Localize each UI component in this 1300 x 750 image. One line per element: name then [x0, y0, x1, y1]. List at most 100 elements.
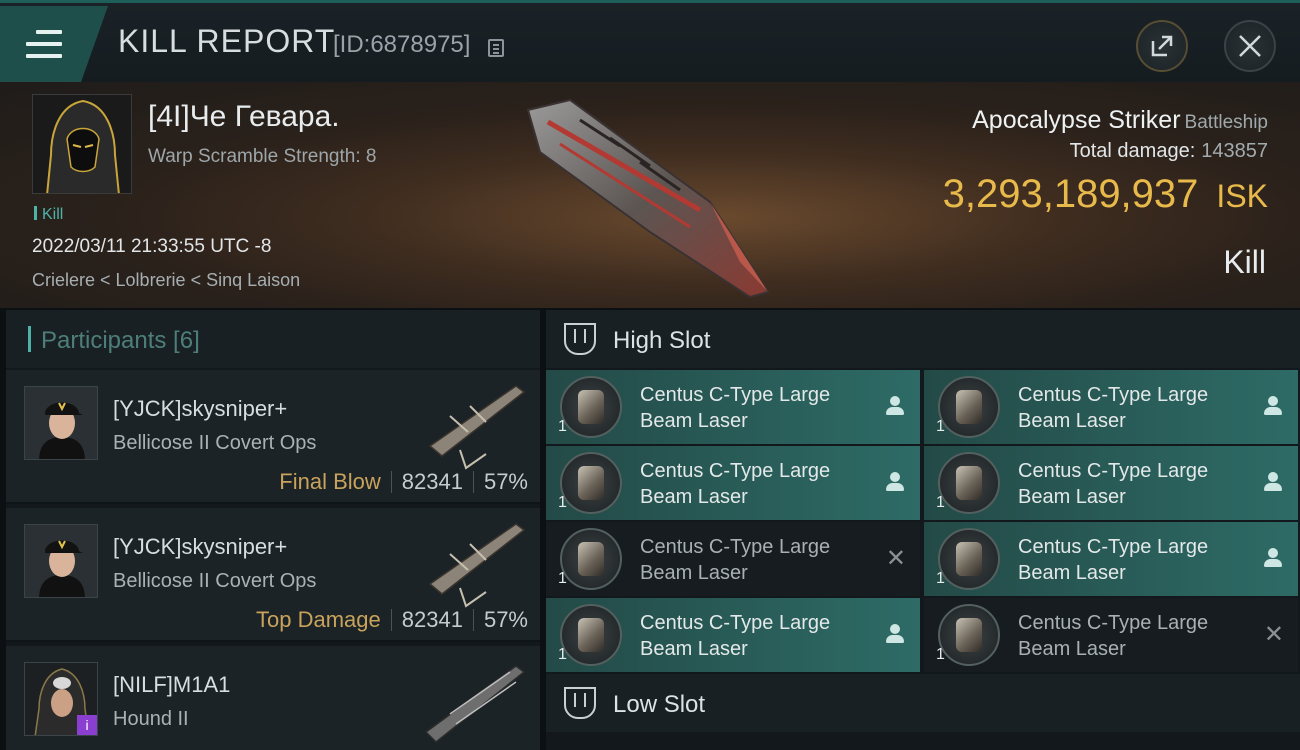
participant-ship-image[interactable] [420, 514, 530, 610]
participant-damage-percent: 57% [483, 469, 528, 494]
participant-name: [NILF]M1A1 [113, 672, 231, 697]
dropped-person-icon [1264, 472, 1282, 492]
total-damage: Total damage: 143857 [1070, 140, 1268, 163]
dropped-person-icon [886, 396, 904, 416]
module-item[interactable]: 1 Centus C-Type Large Beam Laser [546, 598, 920, 672]
beam-laser-icon [938, 528, 1000, 590]
module-quantity: 1 [558, 646, 567, 663]
module-quantity: 1 [558, 570, 567, 587]
report-id: [ID:6878975] [333, 31, 471, 58]
outcome-label: Kill [1223, 244, 1266, 280]
share-icon [1151, 35, 1173, 57]
beam-laser-icon [560, 604, 622, 666]
module-name: Centus C-Type Large Beam Laser [640, 460, 831, 508]
participant-card[interactable]: [YJCK]skysniper+ Bellicose II Covert Ops… [6, 370, 540, 504]
module-name: Centus C-Type Large Beam Laser [1018, 384, 1209, 432]
high-slot-header: High Slot [546, 310, 1300, 368]
dropped-person-icon [886, 624, 904, 644]
kill-datetime: 2022/03/11 21:33:55 UTC -8 [32, 236, 272, 257]
module-quantity: 1 [936, 494, 945, 511]
participants-title: Participants [6] [28, 326, 200, 355]
victim-avatar[interactable] [32, 94, 132, 194]
participant-avatar[interactable]: i [24, 662, 98, 736]
low-slot-icon [564, 687, 596, 719]
participant-stats: Final Blow 82341 57% [279, 469, 528, 495]
participant-card[interactable]: [YJCK]skysniper+ Bellicose II Covert Ops… [6, 508, 540, 642]
capped-pilot-portrait [25, 525, 97, 597]
module-item[interactable]: 1 Centus C-Type Large Beam Laser [924, 370, 1298, 444]
hamburger-icon [26, 30, 62, 58]
module-name: Centus C-Type Large Beam Laser [640, 536, 831, 584]
participant-name: [YJCK]skysniper+ [113, 396, 288, 421]
warp-scramble-strength: Warp Scramble Strength: 8 [148, 146, 377, 167]
info-badge[interactable]: i [77, 715, 97, 735]
module-item[interactable]: 1 Centus C-Type Large Beam Laser [924, 446, 1298, 520]
beam-laser-icon [560, 452, 622, 514]
fitting-panel: High Slot 1 Centus C-Type Large Beam Las… [546, 310, 1300, 750]
participant-ship-image[interactable] [420, 652, 530, 748]
module-name: Centus C-Type Large Beam Laser [640, 384, 831, 432]
final-blow-tag: Final Blow [279, 469, 381, 494]
participant-card[interactable]: i [NILF]M1A1 Hound II [6, 646, 540, 750]
destroyed-x-icon: ✕ [1263, 621, 1284, 648]
module-item[interactable]: 1 Centus C-Type Large Beam Laser [546, 370, 920, 444]
hooded-pilot-portrait [33, 95, 131, 193]
participants-panel: Participants [6] [YJCK]skysniper+ Bellic… [6, 310, 540, 750]
module-quantity: 1 [558, 418, 567, 435]
module-quantity: 1 [936, 418, 945, 435]
top-bar: KILL REPORT [ID:6878975] [0, 0, 1300, 82]
module-name: Centus C-Type Large Beam Laser [1018, 460, 1209, 508]
dropped-person-icon [1264, 548, 1282, 568]
ship-type: Apocalypse Striker [972, 106, 1181, 134]
top-damage-tag: Top Damage [256, 607, 381, 632]
total-damage-label: Total damage: [1069, 140, 1196, 162]
low-slot-header: Low Slot [546, 674, 1300, 732]
close-button[interactable] [1224, 20, 1276, 72]
beam-laser-icon [560, 376, 622, 438]
participants-header: Participants [6] [6, 310, 540, 368]
participant-ship: Hound II [113, 708, 189, 730]
module-name: Centus C-Type Large Beam Laser [640, 612, 831, 660]
module-quantity: 1 [936, 646, 945, 663]
victim-summary: [4I]Че Гевара. Warp Scramble Strength: 8… [0, 82, 1300, 308]
kill-location[interactable]: Crielere < Lolbrerie < Sinq Laison [32, 270, 300, 291]
module-name: Centus C-Type Large Beam Laser [1018, 612, 1209, 660]
low-slot-title: Low Slot [613, 691, 706, 718]
module-item[interactable]: 1 Centus C-Type Large Beam Laser ✕ [924, 598, 1298, 672]
participant-name: [YJCK]skysniper+ [113, 534, 288, 559]
isk-unit: ISK [1216, 178, 1268, 214]
participant-ship-image[interactable] [420, 376, 530, 472]
beam-laser-icon [938, 376, 1000, 438]
victim-ship-image[interactable] [500, 92, 800, 302]
module-item[interactable]: 1 Centus C-Type Large Beam Laser ✕ [546, 522, 920, 596]
module-quantity: 1 [936, 570, 945, 587]
copy-icon[interactable] [488, 39, 504, 57]
beam-laser-icon [560, 528, 622, 590]
total-damage-value: 143857 [1201, 140, 1268, 162]
participant-damage: 82341 [401, 607, 463, 632]
module-item[interactable]: 1 Centus C-Type Large Beam Laser [924, 522, 1298, 596]
participant-damage: 82341 [401, 469, 463, 494]
victim-pilot-name[interactable]: [4I]Че Гевара. [148, 100, 340, 134]
participant-avatar[interactable] [24, 386, 98, 460]
share-button[interactable] [1136, 20, 1188, 72]
beam-laser-icon [938, 452, 1000, 514]
menu-button[interactable] [0, 6, 108, 82]
ship-class: Battleship [1184, 112, 1268, 133]
participant-stats: Top Damage 82341 57% [256, 607, 528, 633]
participant-avatar[interactable] [24, 524, 98, 598]
module-quantity: 1 [558, 494, 567, 511]
participant-ship: Bellicose II Covert Ops [113, 570, 317, 592]
capped-pilot-portrait [25, 387, 97, 459]
isk-amount: 3,293,189,937 [942, 172, 1199, 216]
participant-damage-percent: 57% [483, 607, 528, 632]
victim-ship-name[interactable]: Apocalypse Striker Battleship [972, 106, 1268, 135]
kill-tag: Kill [34, 206, 63, 224]
dropped-person-icon [1264, 396, 1282, 416]
dropped-person-icon [886, 472, 904, 492]
close-icon [1239, 35, 1261, 57]
module-item[interactable]: 1 Centus C-Type Large Beam Laser [546, 446, 920, 520]
page-title: KILL REPORT [118, 23, 336, 59]
beam-laser-icon [938, 604, 1000, 666]
participant-ship: Bellicose II Covert Ops [113, 432, 317, 454]
